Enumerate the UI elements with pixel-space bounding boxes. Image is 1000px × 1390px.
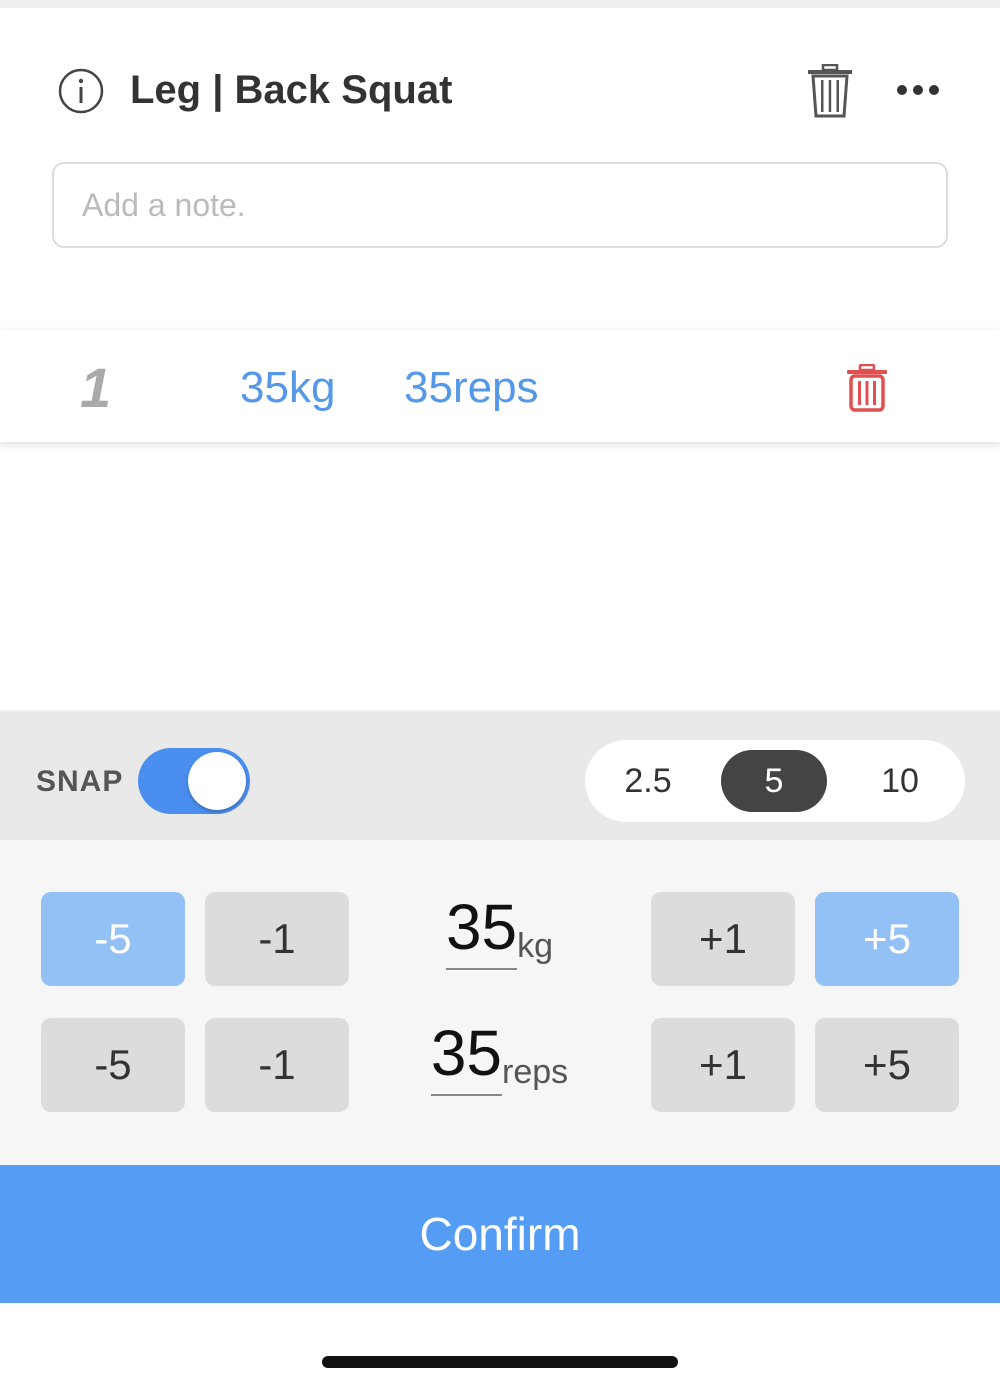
reps-plus-1-button[interactable]: +1 (651, 1018, 795, 1112)
snap-toggle-knob (188, 752, 246, 810)
exercise-header: Leg | Back Squat (0, 60, 1000, 120)
snap-option-10[interactable]: 10 (847, 750, 953, 812)
top-strip (0, 0, 1000, 8)
set-number: 1 (80, 356, 112, 419)
snap-toggle[interactable] (138, 748, 250, 814)
snap-option-2.5[interactable]: 2.5 (595, 750, 701, 812)
snap-label: SNAP (36, 765, 124, 798)
reps-value[interactable]: 35 (430, 1018, 503, 1096)
info-icon[interactable] (58, 68, 104, 114)
weight-minus-1-button[interactable]: -1 (205, 892, 349, 986)
note-input[interactable] (52, 162, 948, 248)
snap-increment-selector: 2.5 5 10 (585, 740, 965, 822)
set-reps[interactable]: 35reps (404, 360, 539, 416)
exercise-title: Leg | Back Squat (130, 68, 453, 112)
reps-minus-5-button[interactable]: -5 (41, 1018, 185, 1112)
reps-plus-5-button[interactable]: +5 (815, 1018, 959, 1112)
trash-icon[interactable] (806, 64, 854, 118)
reps-minus-1-button[interactable]: -1 (205, 1018, 349, 1112)
snap-bar: SNAP 2.5 5 10 (0, 710, 1000, 840)
confirm-button[interactable]: Confirm (0, 1165, 1000, 1303)
weight-value[interactable]: 35 (445, 892, 518, 970)
weight-plus-1-button[interactable]: +1 (651, 892, 795, 986)
home-indicator[interactable] (322, 1356, 678, 1368)
weight-plus-5-button[interactable]: +5 (815, 892, 959, 986)
set-weight[interactable]: 35kg (240, 360, 335, 416)
weight-value-field[interactable]: 35kg (348, 892, 651, 986)
weight-unit: kg (517, 927, 554, 965)
weight-minus-5-button[interactable]: -5 (41, 892, 185, 986)
delete-set-trash-icon[interactable] (846, 364, 888, 412)
snap-option-5[interactable]: 5 (721, 750, 827, 812)
reps-value-field[interactable]: 35reps (348, 1018, 651, 1112)
set-row[interactable]: 1 35kg 35reps (0, 330, 1000, 442)
more-icon[interactable] (894, 80, 942, 100)
stepper-area: -5 -1 35kg +1 +5 -5 -1 35reps +1 +5 (0, 840, 1000, 1165)
reps-unit: reps (502, 1053, 569, 1091)
